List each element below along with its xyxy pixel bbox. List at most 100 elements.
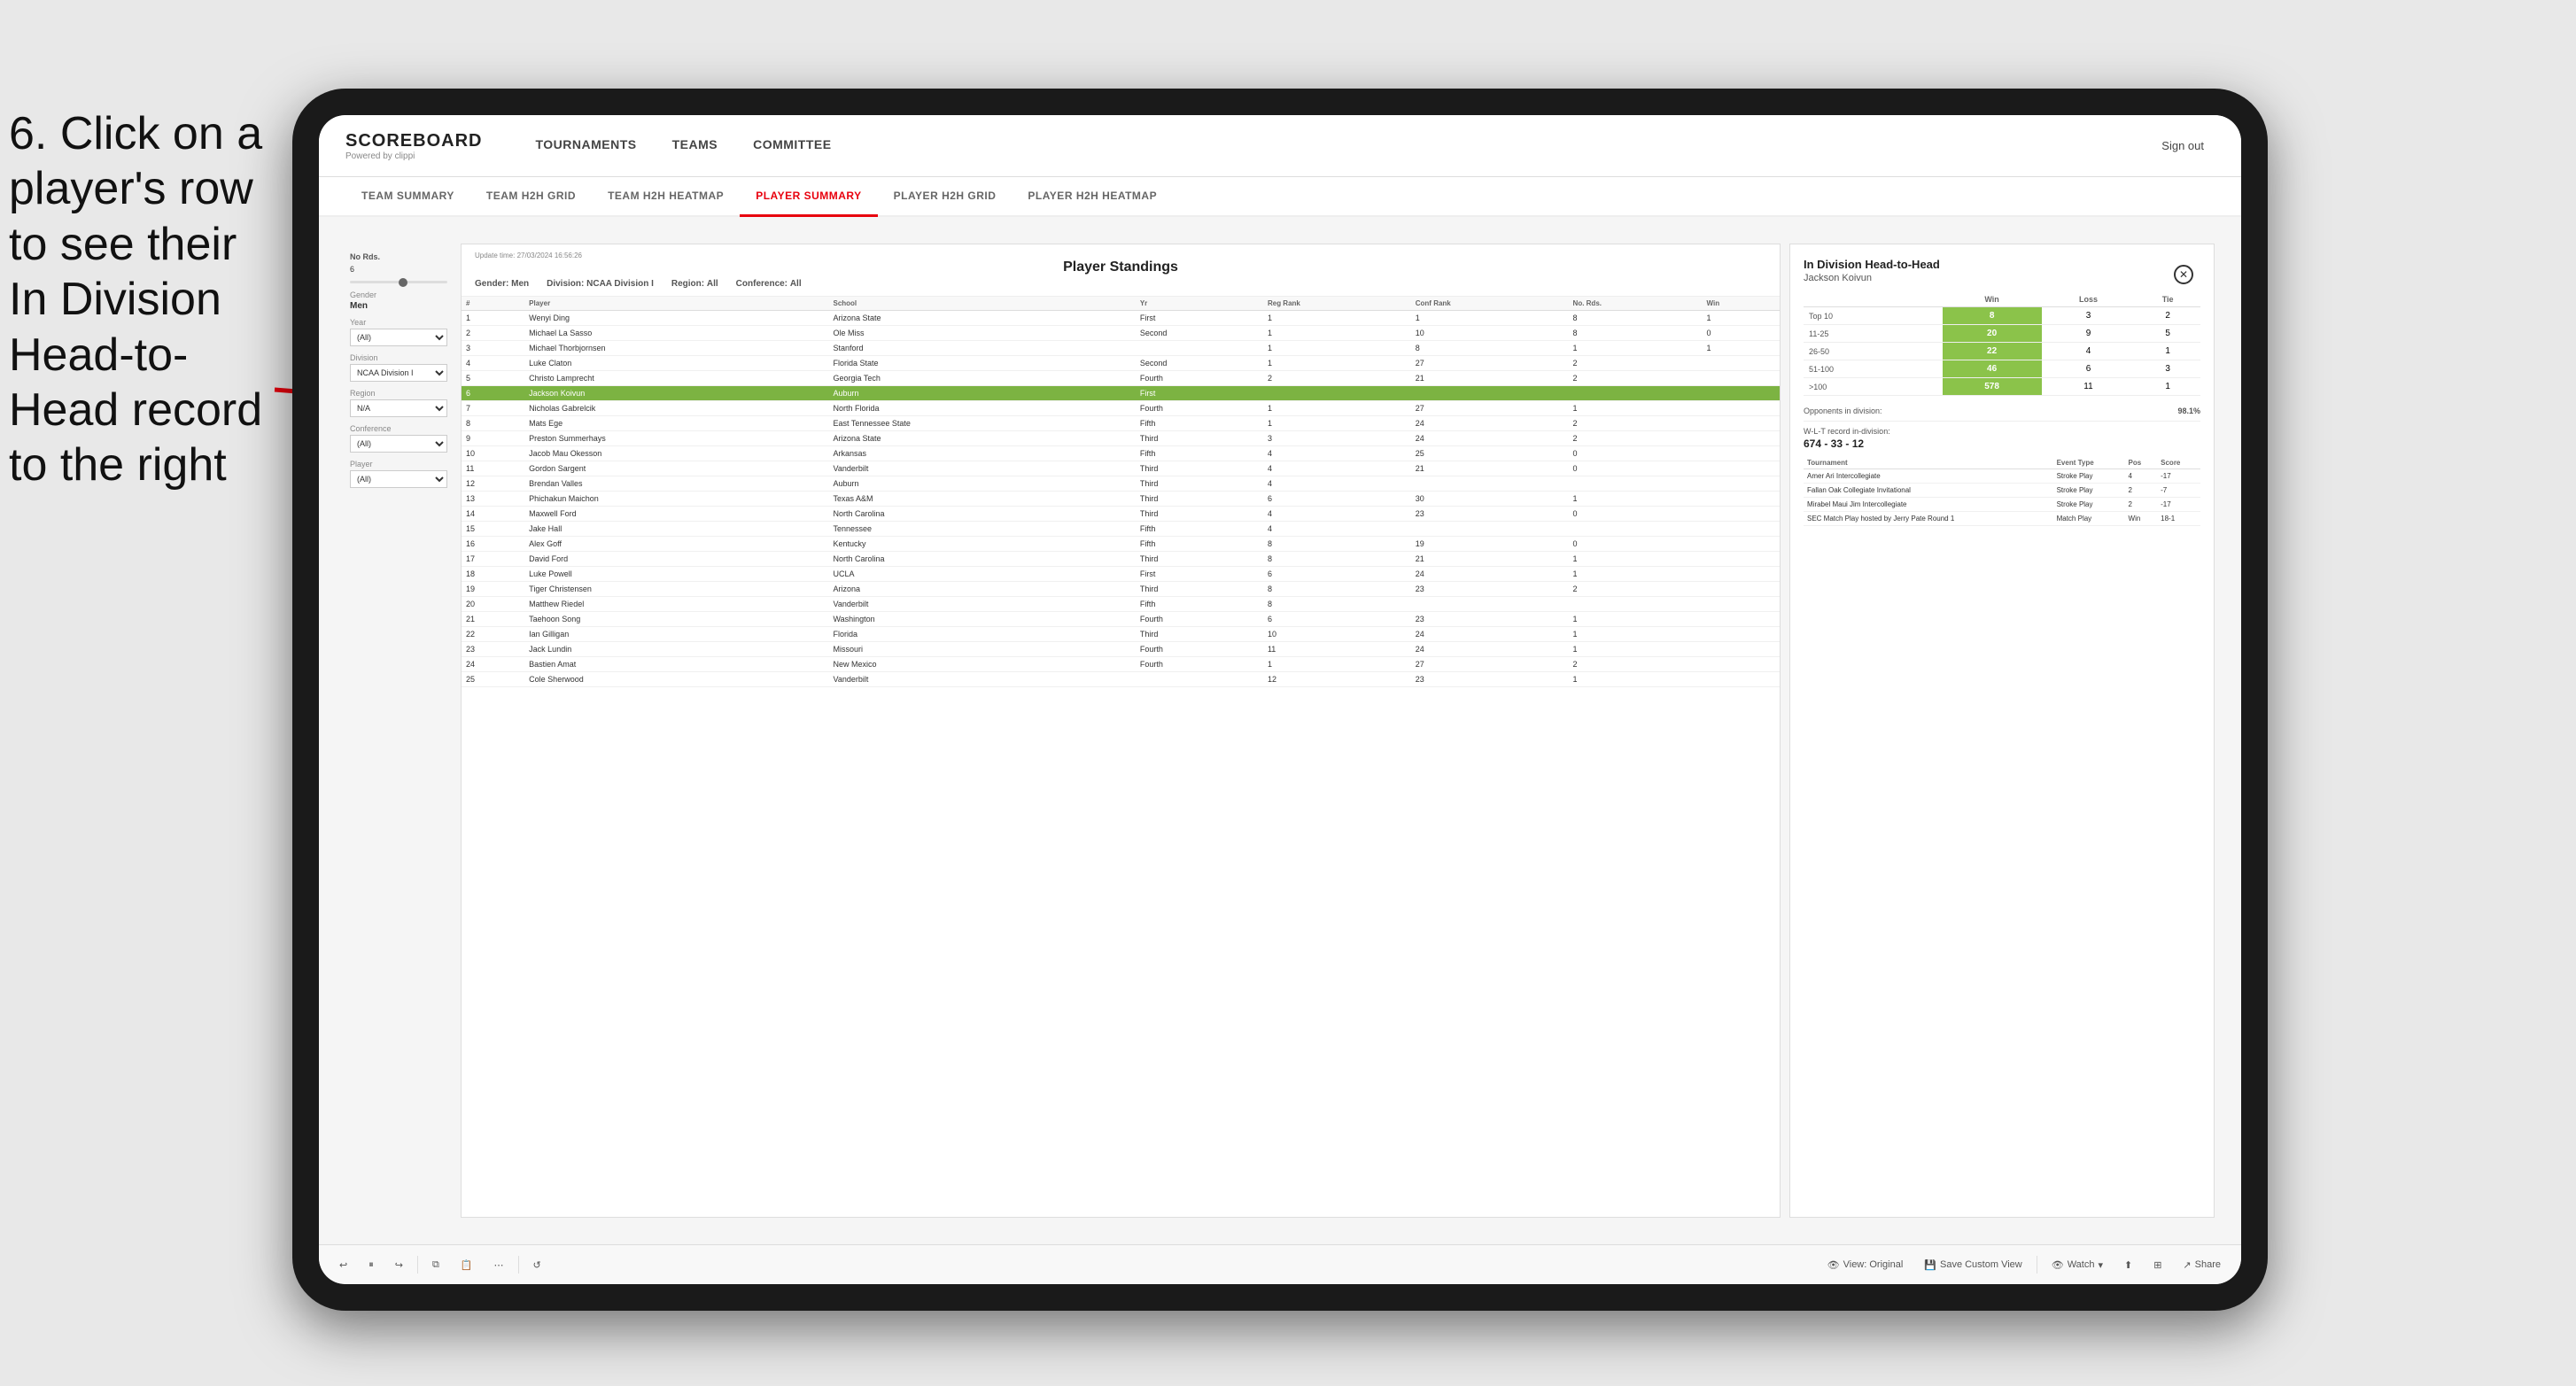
table-row[interactable]: 24Bastien AmatNew MexicoFourth1272	[462, 657, 1780, 672]
table-row[interactable]: 1Wenyi DingArizona StateFirst1181	[462, 311, 1780, 326]
table-row[interactable]: 8Mats EgeEast Tennessee StateFifth1242	[462, 416, 1780, 431]
h2h-tie-cell: 2	[2135, 307, 2200, 325]
table-row[interactable]: 22Ian GilliganFloridaThird10241	[462, 627, 1780, 642]
slider-container[interactable]	[350, 281, 447, 283]
gender-display: Gender: Men	[475, 279, 529, 289]
table-row[interactable]: 25Cole SherwoodVanderbilt12231	[462, 672, 1780, 687]
paste-button[interactable]: 📋	[454, 1256, 480, 1274]
h2h-header: In Division Head-to-Head Jackson Koivun …	[1804, 258, 2200, 283]
table-row[interactable]: 13Phichakun MaichonTexas A&MThird6301	[462, 492, 1780, 507]
nav-committee[interactable]: COMMITTEE	[735, 115, 850, 177]
table-row[interactable]: 6Jackson KoivunAuburnFirst	[462, 386, 1780, 401]
table-row[interactable]: 16Alex GoffKentuckyFifth8190	[462, 537, 1780, 552]
table-cell: 24	[1411, 627, 1569, 642]
table-row[interactable]: 5Christo LamprechtGeorgia TechFourth2212	[462, 371, 1780, 386]
pause-button[interactable]: ⏸	[361, 1256, 381, 1274]
table-cell: Jacob Mau Okesson	[524, 446, 828, 461]
tab-player-h2h-heatmap[interactable]: PLAYER H2H HEATMAP	[1012, 177, 1173, 217]
table-cell: 10	[1411, 326, 1569, 341]
toolbar-icon-1[interactable]: ⬆	[2117, 1256, 2139, 1274]
table-cell	[1411, 386, 1569, 401]
tournament-cell: SEC Match Play hosted by Jerry Pate Roun…	[1804, 512, 2053, 526]
table-row[interactable]: 14Maxwell FordNorth CarolinaThird4230	[462, 507, 1780, 522]
table-cell: Georgia Tech	[828, 371, 1135, 386]
table-row[interactable]: 12Brendan VallesAuburnThird4	[462, 476, 1780, 492]
h2h-rank-label: 26-50	[1804, 343, 1943, 360]
h2h-win-cell: 22	[1943, 343, 2042, 360]
year-filter-select[interactable]: (All)	[350, 329, 447, 346]
table-cell: 0	[1569, 507, 1703, 522]
table-cell: Alex Goff	[524, 537, 828, 552]
table-row[interactable]: 2Michael La SassoOle MissSecond11080	[462, 326, 1780, 341]
share-button[interactable]: ↗ Share	[2176, 1256, 2228, 1274]
opponents-value: 98.1%	[2177, 407, 2200, 415]
h2h-player-name: Jackson Koivun	[1804, 273, 2200, 283]
nav-items: TOURNAMENTS TEAMS COMMITTEE	[517, 115, 2151, 177]
table-row[interactable]: 11Gordon SargentVanderbiltThird4210	[462, 461, 1780, 476]
table-cell: Third	[1136, 492, 1263, 507]
nav-tournaments[interactable]: TOURNAMENTS	[517, 115, 654, 177]
refresh-button[interactable]: ↺	[526, 1256, 548, 1274]
tournament-cell: -17	[2157, 498, 2200, 512]
player-filter-select[interactable]: (All)	[350, 470, 447, 488]
table-row[interactable]: 4Luke ClatonFlorida StateSecond1272	[462, 356, 1780, 371]
table-row[interactable]: 10Jacob Mau OkessonArkansasFifth4250	[462, 446, 1780, 461]
table-row[interactable]: 20Matthew RiedelVanderbiltFifth8	[462, 597, 1780, 612]
region-filter-select[interactable]: N/A	[350, 399, 447, 417]
table-cell: 4	[1263, 522, 1411, 537]
no-rds-value: 6	[350, 265, 447, 274]
table-cell: 3	[462, 341, 524, 356]
instruction-text: 6. Click on a player's row to see their …	[0, 106, 275, 493]
table-cell: 4	[1263, 507, 1411, 522]
redo-button[interactable]: ↪	[388, 1256, 410, 1274]
tournament-cell: Win	[2125, 512, 2158, 526]
h2h-tie-cell: 1	[2135, 343, 2200, 360]
table-cell: Missouri	[828, 642, 1135, 657]
conference-filter-select[interactable]: (All)	[350, 435, 447, 453]
table-cell: 1	[1569, 672, 1703, 687]
table-row[interactable]: 23Jack LundinMissouriFourth11241	[462, 642, 1780, 657]
table-row[interactable]: 9Preston SummerhaysArizona StateThird324…	[462, 431, 1780, 446]
h2h-close-button[interactable]: ✕	[2174, 265, 2193, 284]
table-cell: 4	[462, 356, 524, 371]
more-button[interactable]: ⋯	[487, 1256, 511, 1274]
tournament-header-row: Tournament Event Type Pos Score	[1804, 457, 2200, 469]
table-row[interactable]: 7Nicholas GabrelcikNorth FloridaFourth12…	[462, 401, 1780, 416]
undo-button[interactable]: ↩	[332, 1256, 354, 1274]
table-cell: 23	[1411, 582, 1569, 597]
table-row[interactable]: 17David FordNorth CarolinaThird8211	[462, 552, 1780, 567]
table-cell: Third	[1136, 627, 1263, 642]
tab-player-h2h-grid[interactable]: PLAYER H2H GRID	[878, 177, 1013, 217]
table-row[interactable]: 3Michael ThorbjornsenStanford1811	[462, 341, 1780, 356]
table-cell: Preston Summerhays	[524, 431, 828, 446]
table-cell	[1411, 522, 1569, 537]
h2h-rank-label: 51-100	[1804, 360, 1943, 378]
save-custom-button[interactable]: 💾 Save Custom View	[1917, 1256, 2029, 1274]
table-cell: 7	[462, 401, 524, 416]
tab-team-h2h-heatmap[interactable]: TEAM H2H HEATMAP	[592, 177, 740, 217]
nav-teams[interactable]: TEAMS	[655, 115, 736, 177]
table-row[interactable]: 15Jake HallTennesseeFifth4	[462, 522, 1780, 537]
division-filter-select[interactable]: NCAA Division I	[350, 364, 447, 382]
tab-team-h2h-grid[interactable]: TEAM H2H GRID	[470, 177, 592, 217]
standings-title: Player Standings	[475, 259, 1766, 275]
tab-player-summary[interactable]: PLAYER SUMMARY	[740, 177, 877, 217]
h2h-col-loss: Loss	[2042, 292, 2136, 307]
watch-button[interactable]: 👁 Watch ▾	[2045, 1256, 2110, 1274]
table-row[interactable]: 18Luke PowellUCLAFirst6241	[462, 567, 1780, 582]
h2h-row: Top 10832	[1804, 307, 2200, 325]
division-display: Division: NCAA Division I	[547, 279, 654, 289]
toolbar-icon-2[interactable]: ⊞	[2146, 1256, 2169, 1274]
view-original-button[interactable]: 👁 View: Original	[1820, 1256, 1911, 1274]
table-cell	[1263, 386, 1411, 401]
tab-team-summary[interactable]: TEAM SUMMARY	[345, 177, 470, 217]
table-scroll[interactable]: # Player School Yr Reg Rank Conf Rank No…	[462, 297, 1780, 1217]
table-cell: Arizona State	[828, 311, 1135, 326]
copy-button[interactable]: ⧉	[425, 1256, 446, 1274]
table-row[interactable]: 21Taehoon SongWashingtonFourth6231	[462, 612, 1780, 627]
table-cell: 24	[1411, 416, 1569, 431]
tournament-cell: Stroke Play	[2053, 498, 2125, 512]
table-cell	[1703, 552, 1781, 567]
sign-out-button[interactable]: Sign out	[2151, 134, 2215, 158]
table-row[interactable]: 19Tiger ChristensenArizonaThird8232	[462, 582, 1780, 597]
